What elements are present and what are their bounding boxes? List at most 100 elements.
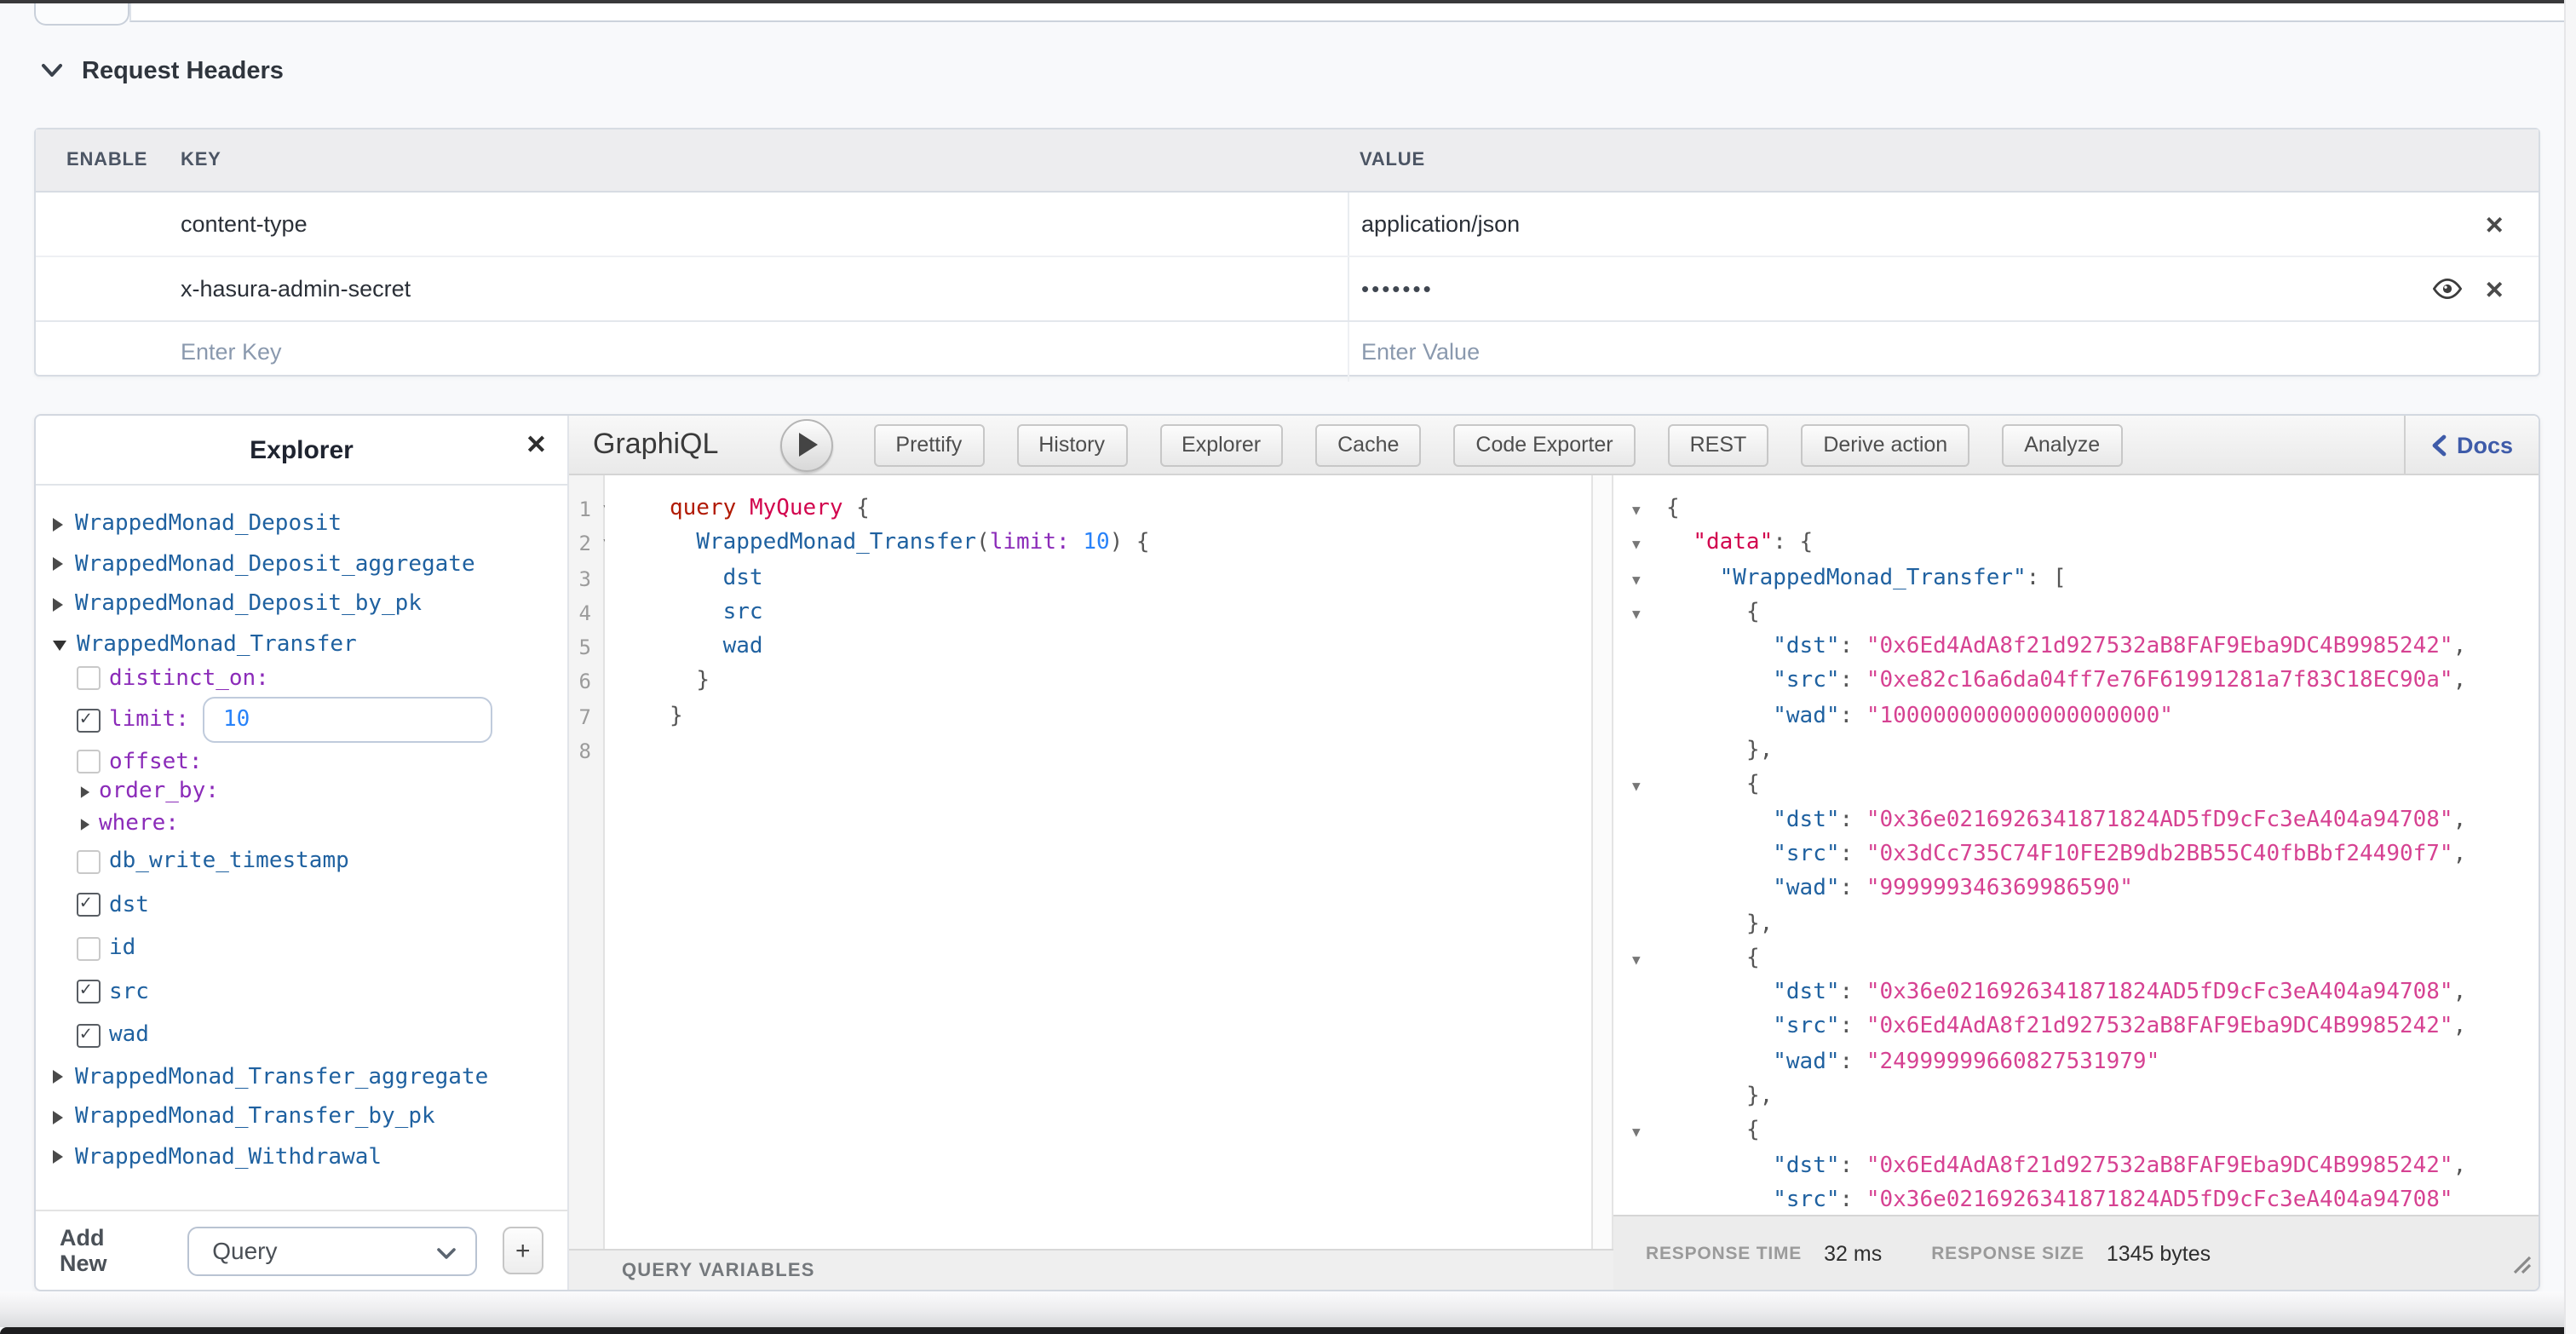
header-row-content-type: content-type application/json ✕ bbox=[36, 193, 2539, 256]
line-number: 8 bbox=[579, 739, 591, 763]
line-number: 5 bbox=[579, 635, 591, 659]
toolbar-button-code-exporter[interactable]: Code Exporter bbox=[1453, 423, 1635, 466]
limit-value-input[interactable]: 10 bbox=[203, 697, 492, 743]
header-value[interactable]: application/json bbox=[1361, 211, 1520, 237]
editor-scrollbar[interactable] bbox=[1591, 475, 1613, 1249]
explorer-tree: WrappedMonad_DepositWrappedMonad_Deposit… bbox=[36, 484, 567, 1210]
fold-arrow-icon[interactable]: ▼ bbox=[1632, 607, 1641, 622]
explorer-item-limit[interactable]: limit:10 bbox=[36, 692, 567, 748]
field-checkbox[interactable] bbox=[77, 850, 101, 874]
explorer-item-distinct_on[interactable]: distinct_on: bbox=[36, 664, 567, 692]
chevron-left-icon bbox=[2431, 434, 2447, 456]
page-bottom-gradient bbox=[0, 1291, 2576, 1327]
expand-triangle-icon[interactable] bbox=[53, 558, 63, 572]
toolbar-button-history[interactable]: History bbox=[1016, 423, 1127, 466]
request-headers-table: ENABLE KEY VALUE content-type applicatio… bbox=[34, 128, 2540, 377]
docs-label: Docs bbox=[2457, 432, 2513, 457]
expand-triangle-icon[interactable] bbox=[81, 818, 89, 830]
explorer-item-WrappedMonad_Transfer[interactable]: WrappedMonad_Transfer bbox=[36, 624, 567, 664]
fold-arrow-icon[interactable]: ▼ bbox=[1632, 952, 1641, 968]
new-header-key-input[interactable]: Enter Key bbox=[181, 339, 1348, 365]
toolbar-button-explorer[interactable]: Explorer bbox=[1159, 423, 1283, 466]
explorer-item-db_write_timestamp[interactable]: db_write_timestamp bbox=[36, 840, 567, 883]
header-key[interactable]: x-hasura-admin-secret bbox=[181, 276, 1348, 302]
line-number: 2 bbox=[579, 532, 591, 556]
selected-operation-type: Query bbox=[212, 1236, 277, 1263]
explorer-item-WrappedMonad_Deposit[interactable]: WrappedMonad_Deposit bbox=[36, 504, 567, 544]
expand-triangle-icon[interactable] bbox=[53, 1071, 63, 1084]
toolbar-button-rest[interactable]: REST bbox=[1668, 423, 1769, 466]
header-key[interactable]: content-type bbox=[181, 211, 1348, 237]
expand-triangle-icon[interactable] bbox=[81, 785, 89, 797]
masked-header-value[interactable]: ••••••• bbox=[1361, 276, 1434, 302]
close-icon[interactable]: ✕ bbox=[526, 433, 547, 458]
field-checkbox[interactable] bbox=[77, 666, 101, 690]
add-new-label: Add New bbox=[60, 1225, 151, 1276]
hasura-api-explorer-page: Request Headers ENABLE KEY VALUE content… bbox=[0, 0, 2576, 1334]
toolbar-button-analyze[interactable]: Analyze bbox=[2002, 423, 2122, 466]
line-number: 4 bbox=[579, 601, 591, 625]
response-viewer: {▼ "data": {▼ "WrappedMonad_Transfer": [… bbox=[1613, 475, 2539, 1215]
response-size-label: RESPONSE SIZE bbox=[1931, 1243, 2084, 1263]
docs-toggle[interactable]: Docs bbox=[2404, 416, 2539, 474]
explorer-item-dst[interactable]: dst bbox=[36, 883, 567, 927]
graphiql-panel: Explorer ✕ WrappedMonad_DepositWrappedMo… bbox=[34, 414, 2540, 1291]
explorer-item-order_by[interactable]: order_by: bbox=[36, 775, 567, 808]
fold-arrow-icon[interactable]: ▼ bbox=[1632, 779, 1641, 795]
query-variables-bar[interactable]: QUERY VARIABLES bbox=[569, 1249, 1613, 1290]
new-header-value-input[interactable]: Enter Value bbox=[1348, 322, 2539, 382]
explorer-item-wad[interactable]: wad bbox=[36, 1014, 567, 1057]
field-checkbox[interactable] bbox=[77, 980, 101, 1004]
collapse-chevron-icon[interactable] bbox=[41, 56, 63, 87]
expand-triangle-icon[interactable] bbox=[53, 518, 63, 532]
expand-triangle-icon[interactable] bbox=[53, 1111, 63, 1124]
field-checkbox[interactable] bbox=[77, 937, 101, 961]
remove-header-icon[interactable]: ✕ bbox=[2485, 277, 2504, 301]
execute-query-button[interactable] bbox=[779, 418, 832, 471]
request-headers-title[interactable]: Request Headers bbox=[82, 58, 284, 85]
explorer-item-WrappedMonad_Deposit_aggregate[interactable]: WrappedMonad_Deposit_aggregate bbox=[36, 544, 567, 584]
field-checkbox[interactable] bbox=[77, 708, 101, 732]
endpoint-url-input-partial[interactable] bbox=[129, 3, 2564, 22]
toolbar-button-prettify[interactable]: Prettify bbox=[873, 423, 984, 466]
resize-grip-icon[interactable] bbox=[2511, 1252, 2532, 1283]
explorer-item-WrappedMonad_Withdrawal[interactable]: WrappedMonad_Withdrawal bbox=[36, 1137, 567, 1177]
explorer-item-WrappedMonad_Transfer_by_pk[interactable]: WrappedMonad_Transfer_by_pk bbox=[36, 1097, 567, 1137]
new-header-row: Enter Key Enter Value bbox=[36, 320, 2539, 382]
response-time-label: RESPONSE TIME bbox=[1646, 1243, 1802, 1263]
query-variables-label: QUERY VARIABLES bbox=[622, 1260, 815, 1280]
toolbar-buttons: Prettify History Explorer Cache Code Exporte… bbox=[873, 423, 2154, 466]
explorer-item-WrappedMonad_Deposit_by_pk[interactable]: WrappedMonad_Deposit_by_pk bbox=[36, 584, 567, 624]
expand-triangle-icon[interactable] bbox=[53, 598, 63, 612]
response-footer: RESPONSE TIME 32 ms RESPONSE SIZE 1345 b… bbox=[1613, 1215, 2539, 1290]
explorer-item-WrappedMonad_Transfer_aggregate[interactable]: WrappedMonad_Transfer_aggregate bbox=[36, 1057, 567, 1097]
explorer-item-offset[interactable]: offset: bbox=[36, 748, 567, 775]
fold-arrow-icon[interactable]: ▼ bbox=[1632, 1125, 1641, 1141]
toolbar-button-derive-action[interactable]: Derive action bbox=[1801, 423, 1969, 466]
fold-arrow-icon[interactable]: ▼ bbox=[1632, 538, 1641, 553]
operation-type-select[interactable]: Query bbox=[187, 1226, 476, 1275]
reveal-value-eye-icon[interactable] bbox=[2434, 278, 2463, 300]
toolbar-button-cache[interactable]: Cache bbox=[1315, 423, 1421, 466]
explorer-item-id[interactable]: id bbox=[36, 927, 567, 970]
page-scrollbar[interactable] bbox=[2564, 0, 2576, 1334]
collapse-triangle-icon[interactable] bbox=[53, 641, 66, 652]
remove-header-icon[interactable]: ✕ bbox=[2485, 212, 2504, 236]
fold-arrow-icon[interactable]: ▼ bbox=[1632, 572, 1641, 587]
query-editor[interactable]: query MyQuery { WrappedMonad_Transfer(li… bbox=[605, 475, 1591, 1249]
column-key: KEY bbox=[181, 150, 1348, 170]
fold-arrow-icon[interactable]: ▼ bbox=[1632, 503, 1641, 518]
field-checkbox[interactable] bbox=[77, 894, 101, 917]
explorer-item-src[interactable]: src bbox=[36, 970, 567, 1014]
expand-triangle-icon[interactable] bbox=[53, 1151, 63, 1164]
line-number: 6 bbox=[579, 670, 591, 694]
line-number: 7 bbox=[579, 705, 591, 729]
page-footer-bar bbox=[0, 1327, 2576, 1334]
explorer-item-where[interactable]: where: bbox=[36, 808, 567, 840]
editor-gutter: 1▼2▼345678 bbox=[569, 475, 605, 1249]
field-checkbox[interactable] bbox=[77, 1024, 101, 1048]
field-checkbox[interactable] bbox=[77, 750, 101, 773]
endpoint-method-button-partial[interactable] bbox=[34, 3, 129, 26]
header-row-admin-secret: x-hasura-admin-secret ••••••• ✕ bbox=[36, 256, 2539, 320]
add-operation-button[interactable]: + bbox=[502, 1227, 543, 1274]
